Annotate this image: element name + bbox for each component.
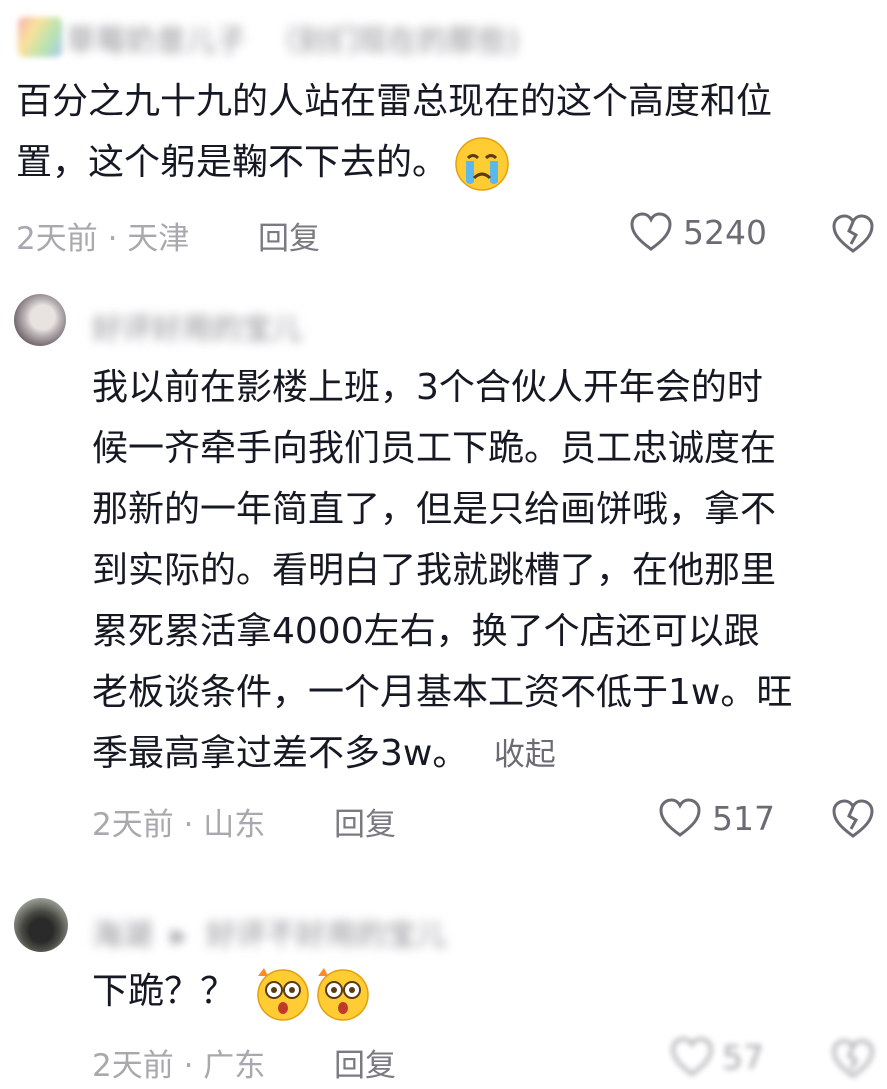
- comment-text: 我以前在影楼上班，3个合伙人开年会的时 候一齐牵手向我们员工下跪。员工忠诚度在 …: [92, 367, 793, 774]
- like-count: 57: [722, 1037, 764, 1077]
- avatar[interactable]: [18, 17, 62, 57]
- broken-heart-icon: [831, 1038, 875, 1080]
- reply-arrow-icon: ▸: [171, 918, 187, 953]
- dislike-button[interactable]: [831, 213, 875, 255]
- username[interactable]: 草莓奶昔儿子 （别们现在的那些): [66, 16, 519, 60]
- dislike-button[interactable]: [831, 798, 875, 840]
- like-count: 517: [712, 798, 775, 838]
- crying-face-emoji: [454, 136, 510, 192]
- like-button[interactable]: 5240: [629, 211, 767, 253]
- avatar[interactable]: [14, 294, 66, 346]
- username[interactable]: 海湖 ▸ 好评不好用的宝儿: [92, 910, 446, 954]
- collapse-button[interactable]: 收起: [494, 737, 556, 773]
- heart-icon: [670, 1036, 714, 1078]
- like-button[interactable]: 57: [670, 1036, 764, 1078]
- flushed-face-emoji: [314, 964, 372, 1022]
- broken-heart-icon: [831, 213, 875, 255]
- comment-text: 百分之九十九的人站在雷总现在的这个高度和位 置，这个躬是鞠不下去的。: [16, 71, 886, 193]
- like-count: 5240: [683, 212, 767, 252]
- avatar[interactable]: [14, 898, 68, 952]
- broken-heart-icon: [831, 798, 875, 840]
- reply-button[interactable]: 回复: [258, 213, 320, 258]
- comment-meta: 2天前 · 广东: [92, 1048, 266, 1084]
- comment-text: 下跪？？: [92, 961, 882, 1022]
- comment-meta: 2天前 · 山东: [92, 807, 266, 843]
- heart-icon: [658, 797, 702, 839]
- reply-button[interactable]: 回复: [334, 799, 396, 844]
- username[interactable]: 好评好用的宝儿: [92, 304, 302, 348]
- comment-meta: 2天前 · 天津: [16, 221, 190, 257]
- dislike-button[interactable]: [831, 1038, 875, 1080]
- flushed-face-emoji: [254, 964, 312, 1022]
- heart-icon: [629, 211, 673, 253]
- reply-button[interactable]: 回复: [334, 1040, 396, 1085]
- like-button[interactable]: 517: [658, 797, 775, 839]
